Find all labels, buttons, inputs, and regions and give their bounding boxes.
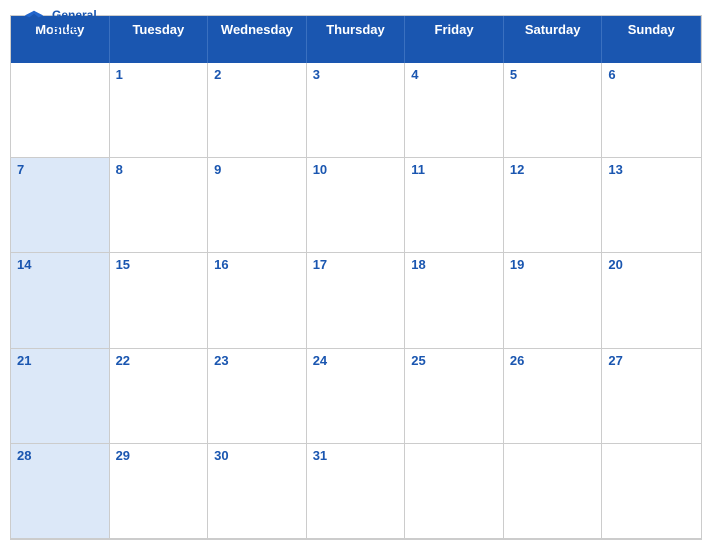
calendar-day-cell: 18 — [405, 253, 504, 348]
day-number: 12 — [510, 162, 596, 177]
day-number: 6 — [608, 67, 695, 82]
calendar-day-cell: 15 — [110, 253, 209, 348]
day-header-tuesday: Tuesday — [110, 16, 209, 63]
logo-icon — [20, 8, 48, 36]
calendar-day-cell: 30 — [208, 444, 307, 539]
calendar-day-cell: 26 — [504, 349, 603, 444]
day-number: 21 — [17, 353, 103, 368]
day-number: 4 — [411, 67, 497, 82]
calendar-day-cell: 29 — [110, 444, 209, 539]
calendar-day-cell: 17 — [307, 253, 406, 348]
day-number: 16 — [214, 257, 300, 272]
calendar-day-cell: 11 — [405, 158, 504, 253]
day-number: 29 — [116, 448, 202, 463]
day-number: 31 — [313, 448, 399, 463]
calendar-day-cell: 9 — [208, 158, 307, 253]
day-header-friday: Friday — [405, 16, 504, 63]
logo: General Blue — [20, 8, 97, 37]
day-number: 18 — [411, 257, 497, 272]
day-number: 13 — [608, 162, 695, 177]
day-number: 25 — [411, 353, 497, 368]
calendar-day-cell: 10 — [307, 158, 406, 253]
day-header-wednesday: Wednesday — [208, 16, 307, 63]
day-header-sunday: Sunday — [602, 16, 701, 63]
day-number: 23 — [214, 353, 300, 368]
calendar-day-cell: 2 — [208, 63, 307, 158]
calendar-day-cell: 23 — [208, 349, 307, 444]
calendar: MondayTuesdayWednesdayThursdayFridaySatu… — [0, 15, 712, 550]
calendar-day-cell: 5 — [504, 63, 603, 158]
calendar-grid: MondayTuesdayWednesdayThursdayFridaySatu… — [10, 15, 702, 540]
calendar-day-cell: 28 — [11, 444, 110, 539]
calendar-day-cell — [405, 444, 504, 539]
calendar-day-cell: 1 — [110, 63, 209, 158]
day-number: 8 — [116, 162, 202, 177]
day-header-thursday: Thursday — [307, 16, 406, 63]
calendar-day-cell: 24 — [307, 349, 406, 444]
calendar-day-cell: 20 — [602, 253, 701, 348]
day-number: 20 — [608, 257, 695, 272]
day-number: 11 — [411, 162, 497, 177]
calendar-day-cell: 7 — [11, 158, 110, 253]
day-number: 15 — [116, 257, 202, 272]
day-number: 30 — [214, 448, 300, 463]
day-number: 28 — [17, 448, 103, 463]
day-number: 7 — [17, 162, 103, 177]
calendar-day-cell: 19 — [504, 253, 603, 348]
calendar-day-cell: 27 — [602, 349, 701, 444]
day-number: 19 — [510, 257, 596, 272]
day-header-saturday: Saturday — [504, 16, 603, 63]
day-number: 2 — [214, 67, 300, 82]
calendar-day-cell: 25 — [405, 349, 504, 444]
calendar-day-cell: 21 — [11, 349, 110, 444]
calendar-day-cell — [602, 444, 701, 539]
day-number: 26 — [510, 353, 596, 368]
calendar-day-cell: 14 — [11, 253, 110, 348]
calendar-day-cell — [11, 63, 110, 158]
day-number: 14 — [17, 257, 103, 272]
calendar-day-cell: 31 — [307, 444, 406, 539]
day-number: 17 — [313, 257, 399, 272]
day-number: 22 — [116, 353, 202, 368]
calendar-day-cell: 13 — [602, 158, 701, 253]
calendar-day-cell: 3 — [307, 63, 406, 158]
day-number: 3 — [313, 67, 399, 82]
calendar-day-cell: 6 — [602, 63, 701, 158]
day-number: 24 — [313, 353, 399, 368]
day-number: 27 — [608, 353, 695, 368]
calendar-day-cell: 8 — [110, 158, 209, 253]
calendar-header: General Blue — [0, 0, 712, 15]
day-number: 1 — [116, 67, 202, 82]
day-number: 10 — [313, 162, 399, 177]
day-number: 5 — [510, 67, 596, 82]
calendar-day-cell: 16 — [208, 253, 307, 348]
day-number: 9 — [214, 162, 300, 177]
calendar-day-cell: 22 — [110, 349, 209, 444]
logo-text: General Blue — [52, 8, 97, 37]
calendar-day-cell: 12 — [504, 158, 603, 253]
calendar-day-cell — [504, 444, 603, 539]
calendar-day-cell: 4 — [405, 63, 504, 158]
